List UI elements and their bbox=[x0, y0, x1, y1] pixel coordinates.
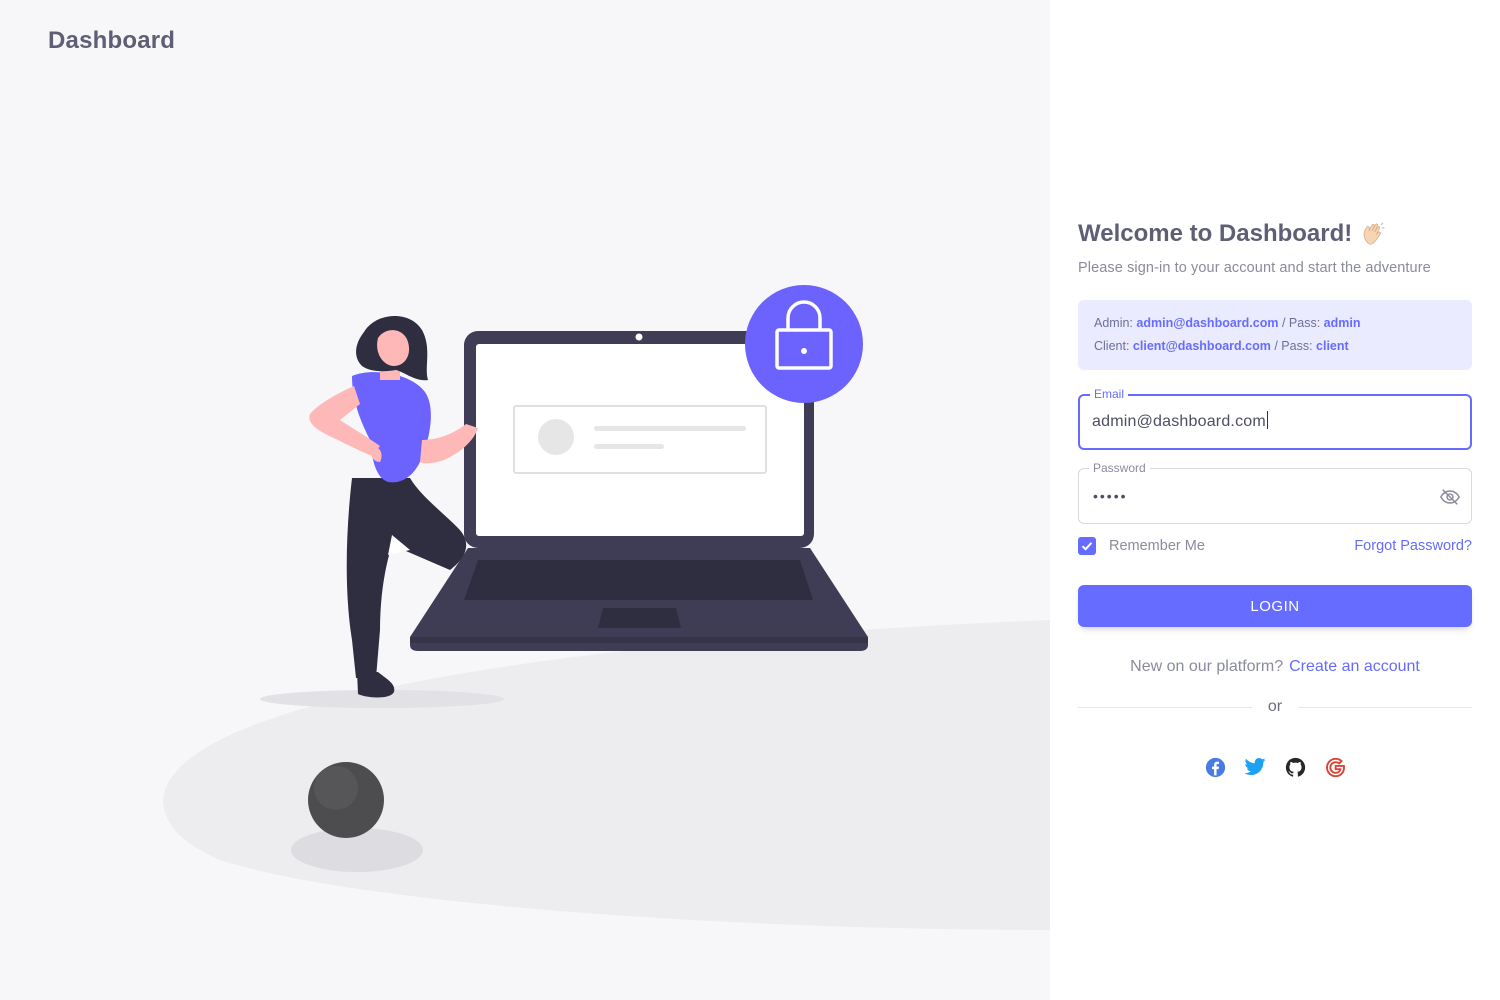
divider-line-right bbox=[1298, 706, 1473, 708]
password-input[interactable]: ••••• bbox=[1093, 488, 1128, 504]
divider-line-left bbox=[1078, 706, 1252, 708]
github-icon[interactable] bbox=[1284, 756, 1306, 778]
login-pane: Welcome to Dashboard! Please sign-in to … bbox=[1050, 0, 1500, 1000]
email-value: admin@dashboard.com bbox=[1092, 413, 1266, 430]
admin-email: admin@dashboard.com bbox=[1136, 316, 1279, 330]
or-divider: or bbox=[1078, 698, 1473, 716]
login-illustration bbox=[163, 285, 1050, 930]
checkbox-checked-icon[interactable] bbox=[1078, 537, 1096, 555]
password-field[interactable]: Password ••••• bbox=[1078, 461, 1472, 524]
client-pass: client bbox=[1316, 339, 1349, 353]
eye-off-icon[interactable] bbox=[1439, 486, 1461, 508]
email-field[interactable]: Email admin@dashboard.com bbox=[1078, 387, 1472, 450]
login-button[interactable]: LOGIN bbox=[1078, 585, 1472, 627]
signup-prompt: New on our platform? bbox=[1130, 658, 1284, 675]
social-login-buttons bbox=[1078, 756, 1472, 778]
facebook-icon[interactable] bbox=[1204, 756, 1226, 778]
signup-row: New on our platform? Create an account bbox=[1078, 658, 1472, 676]
client-pass-label: / Pass: bbox=[1274, 339, 1313, 353]
welcome-title: Welcome to Dashboard! bbox=[1078, 220, 1353, 247]
admin-pass-label: / Pass: bbox=[1281, 316, 1321, 330]
password-label: Password bbox=[1089, 461, 1150, 475]
remember-me-checkbox[interactable]: Remember Me bbox=[1078, 537, 1205, 555]
divider-text: or bbox=[1267, 698, 1283, 715]
email-input[interactable]: admin@dashboard.com bbox=[1092, 411, 1268, 431]
admin-pass: admin bbox=[1323, 316, 1361, 330]
demo-credentials-alert: Admin: admin@dashboard.com / Pass: admin… bbox=[1078, 300, 1472, 370]
text-caret bbox=[1266, 411, 1268, 429]
client-credentials: Client: client@dashboard.com / Pass: cli… bbox=[1094, 335, 1456, 358]
google-icon[interactable] bbox=[1324, 756, 1346, 778]
welcome-heading: Welcome to Dashboard! bbox=[1078, 218, 1472, 250]
login-form: Welcome to Dashboard! Please sign-in to … bbox=[1078, 218, 1473, 778]
illustration-pane: Dashboard bbox=[0, 0, 1050, 1000]
forgot-password-link[interactable]: Forgot Password? bbox=[1354, 538, 1472, 554]
admin-label: Admin: bbox=[1094, 316, 1133, 330]
twitter-icon[interactable] bbox=[1244, 756, 1266, 778]
client-label: Client: bbox=[1094, 339, 1130, 353]
create-account-link[interactable]: Create an account bbox=[1289, 658, 1420, 675]
remember-me-label: Remember Me bbox=[1109, 538, 1205, 554]
admin-credentials: Admin: admin@dashboard.com / Pass: admin bbox=[1094, 312, 1456, 335]
email-label: Email bbox=[1090, 387, 1129, 401]
welcome-subtitle: Please sign-in to your account and start… bbox=[1078, 260, 1431, 276]
login-options-row: Remember Me Forgot Password? bbox=[1078, 536, 1472, 556]
client-email: client@dashboard.com bbox=[1132, 339, 1271, 353]
waving-hand-icon bbox=[1363, 222, 1385, 245]
